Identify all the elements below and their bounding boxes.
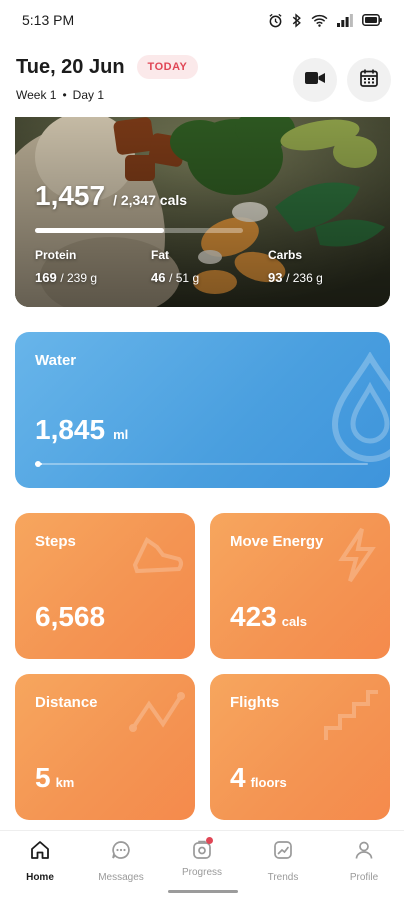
bluetooth-icon xyxy=(292,12,302,28)
move-energy-amount: 423 xyxy=(230,601,277,632)
steps-title: Steps xyxy=(35,533,76,550)
calendar-button[interactable] xyxy=(347,58,391,102)
distance-card[interactable]: Distance 5 km xyxy=(15,674,195,820)
tab-label: Messages xyxy=(98,872,144,883)
date-title[interactable]: Tue, 20 Jun xyxy=(16,56,125,79)
water-unit: ml xyxy=(113,427,129,442)
move-energy-value: 423 cals xyxy=(230,601,307,633)
calories-summary: 1,457 / 2,347 cals xyxy=(35,180,187,212)
flights-unit: floors xyxy=(250,775,287,790)
calendar-icon xyxy=(359,68,379,93)
move-energy-title: Move Energy xyxy=(230,533,324,550)
macro-label: Protein xyxy=(35,248,77,262)
bottom-tab-bar: Home Messages Progress Trends Profile xyxy=(0,830,404,900)
macro-amount: 46 xyxy=(151,270,166,285)
trends-icon xyxy=(272,839,294,866)
home-indicator[interactable] xyxy=(168,890,238,893)
macro-protein: Protein 169 / 239 g xyxy=(35,248,97,285)
week-day-label: Week 1 • Day 1 xyxy=(16,88,104,102)
person-icon xyxy=(353,839,375,866)
distance-value: 5 km xyxy=(35,762,74,794)
macro-amount: 169 xyxy=(35,270,57,285)
today-badge[interactable]: TODAY xyxy=(136,55,199,79)
macro-value: 46 / 51 g xyxy=(151,270,199,285)
status-time: 5:13 PM xyxy=(22,12,75,28)
home-icon xyxy=(29,839,51,866)
lightning-icon xyxy=(332,525,382,590)
macro-label: Carbs xyxy=(268,248,303,262)
water-card[interactable]: Water 1,845 ml xyxy=(15,332,390,488)
flights-amount: 4 xyxy=(230,762,246,793)
macro-goal: / 239 g xyxy=(60,271,98,285)
water-progress-bar xyxy=(35,463,368,465)
water-title: Water xyxy=(35,352,77,369)
nutrition-card[interactable]: 1,457 / 2,347 cals Protein 169 / 239 g F… xyxy=(15,117,390,307)
macro-goal: / 236 g xyxy=(286,271,323,285)
flights-card[interactable]: Flights 4 floors xyxy=(210,674,390,820)
progress-icon xyxy=(191,837,213,861)
distance-unit: km xyxy=(55,775,75,790)
video-camera-icon xyxy=(304,70,326,91)
distance-route-icon xyxy=(127,686,187,751)
status-icons xyxy=(268,12,382,28)
macro-fat: Fat 46 / 51 g xyxy=(151,248,199,285)
header: Tue, 20 Jun TODAY Week 1 • Day 1 xyxy=(0,45,404,115)
calories-goal: / 2,347 cals xyxy=(113,192,188,208)
flights-title: Flights xyxy=(230,694,280,711)
tab-home[interactable]: Home xyxy=(0,839,80,883)
steps-value: 6,568 xyxy=(35,601,105,633)
tab-label: Progress xyxy=(181,867,222,878)
flights-value: 4 floors xyxy=(230,762,287,794)
chat-bubble-icon xyxy=(110,839,132,866)
tab-label: Profile xyxy=(349,872,379,883)
calories-value: 1,457 xyxy=(35,180,106,211)
week-label: Week 1 xyxy=(16,88,57,102)
move-energy-unit: cals xyxy=(281,614,308,629)
steps-amount: 6,568 xyxy=(35,601,106,632)
macro-label: Fat xyxy=(151,248,169,262)
move-energy-card[interactable]: Move Energy 423 cals xyxy=(210,513,390,659)
shoe-icon xyxy=(127,525,187,590)
water-drop-icon xyxy=(325,351,390,467)
tab-label: Trends xyxy=(267,872,299,883)
battery-icon xyxy=(362,14,382,26)
tab-progress[interactable]: Progress xyxy=(162,837,242,878)
steps-card[interactable]: Steps 6,568 xyxy=(15,513,195,659)
day-label: Day 1 xyxy=(72,88,105,102)
water-value: 1,845 ml xyxy=(35,414,128,446)
calories-progress-bar xyxy=(35,228,243,233)
status-bar: 5:13 PM xyxy=(0,0,404,40)
wifi-icon xyxy=(311,14,328,27)
tab-trends[interactable]: Trends xyxy=(243,839,323,883)
signal-icon xyxy=(337,13,353,27)
tab-messages[interactable]: Messages xyxy=(81,839,161,883)
separator-dot: • xyxy=(62,88,67,102)
calories-progress-fill xyxy=(35,228,164,233)
video-button[interactable] xyxy=(293,58,337,102)
date-row: Tue, 20 Jun TODAY xyxy=(16,55,199,79)
tab-label: Home xyxy=(26,872,54,883)
tab-profile[interactable]: Profile xyxy=(324,839,404,883)
macro-value: 169 / 239 g xyxy=(35,270,97,285)
macro-carbs: Carbs 93 / 236 g xyxy=(268,248,323,285)
distance-amount: 5 xyxy=(35,762,51,793)
macro-value: 93 / 236 g xyxy=(268,270,323,285)
stairs-icon xyxy=(322,686,382,751)
distance-title: Distance xyxy=(35,694,98,711)
notification-dot xyxy=(206,837,213,844)
water-amount: 1,845 xyxy=(35,414,106,445)
macro-amount: 93 xyxy=(268,270,283,285)
water-progress-knob xyxy=(35,461,41,467)
alarm-icon xyxy=(268,13,283,28)
macro-goal: / 51 g xyxy=(169,271,200,285)
